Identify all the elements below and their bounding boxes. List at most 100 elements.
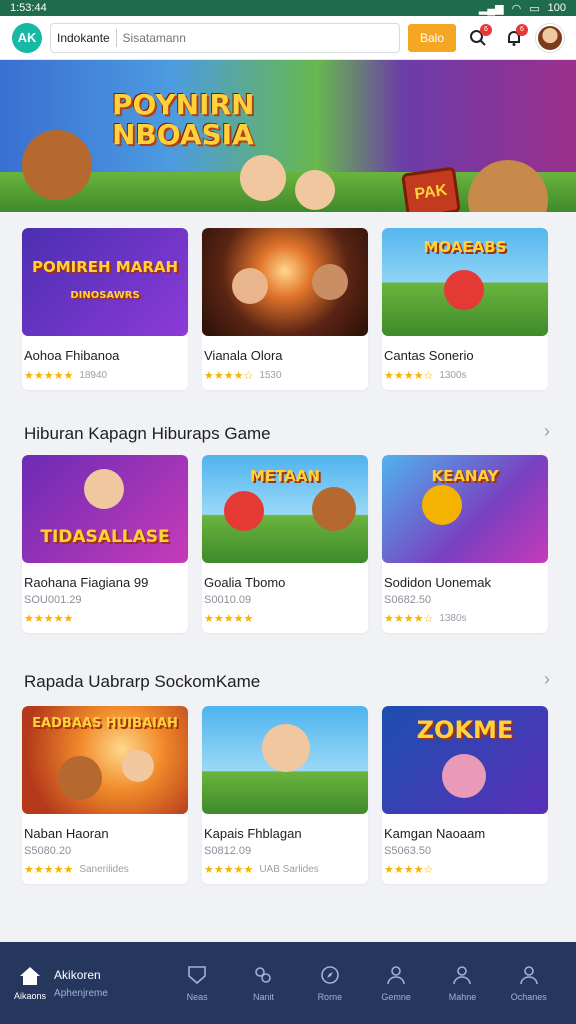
rating-stars: ★★★★★	[24, 864, 74, 876]
game-thumbnail[interactable]	[202, 228, 368, 336]
game-name[interactable]: Cantas Sonerio	[382, 336, 548, 363]
nav-item-mahne[interactable]: Mahne	[429, 964, 495, 1002]
nav-item-news[interactable]: Neas	[164, 964, 230, 1002]
status-time: 1:53:44	[10, 2, 47, 14]
top-bar: AK Indokante Balo 6 6	[0, 16, 576, 60]
hero-banner[interactable]: POYNIRN NBOASIA PAK	[0, 60, 576, 212]
game-name[interactable]: Raohana Fiagiana 99	[22, 563, 188, 590]
rating-stars: ★★★★☆	[384, 613, 434, 625]
game-name[interactable]: Vianala Olora	[202, 336, 368, 363]
rating-stars: ★★★★★	[24, 370, 74, 382]
search-icon[interactable]: 6	[464, 23, 492, 52]
game-name[interactable]: Goalia Tbomo	[202, 563, 368, 590]
puzzle-icon	[255, 967, 272, 983]
nav-item-home[interactable]: Aikaons Akikoren Aphenjreme	[14, 965, 164, 1001]
search-input[interactable]	[122, 30, 393, 45]
game-card[interactable]: POMIREH MARAH DINOSAWRS Aohoa Fhibanoa ★…	[22, 228, 188, 390]
game-card[interactable]: Vianala Olora ★★★★☆ 1530	[202, 228, 368, 390]
section-title: Rapada Uabrarp SockomKame	[24, 672, 261, 691]
shield-icon	[188, 966, 206, 985]
person-icon	[387, 966, 405, 985]
game-name[interactable]: Kamgan Naoaam	[382, 814, 548, 841]
search-context[interactable]: Indokante	[57, 31, 110, 45]
chevron-right-icon[interactable]: ›	[544, 669, 550, 690]
search-badge: 6	[480, 23, 492, 36]
rating-count: 1380s	[439, 613, 467, 624]
thumbnail-figure	[122, 750, 154, 782]
thumbnail-title: TIDASALLASE	[40, 527, 170, 547]
nav-home[interactable]: Aikaons	[14, 965, 46, 1001]
nav-item-rorne[interactable]: Rorne	[297, 964, 363, 1002]
chevron-right-icon[interactable]: ›	[544, 421, 550, 442]
game-thumbnail[interactable]: MOAEABS	[382, 228, 548, 336]
hero-character-right	[468, 160, 548, 212]
rating-stars: ★★★★★	[24, 613, 74, 625]
user-icon	[453, 966, 472, 985]
thumbnail-title: POMIREH MARAH	[31, 258, 179, 276]
nav-item-gemne[interactable]: Gemne	[363, 964, 429, 1002]
featured-row: POMIREH MARAH DINOSAWRS Aohoa Fhibanoa ★…	[22, 228, 548, 390]
game-name[interactable]: Kapais Fhblagan	[202, 814, 368, 841]
game-card[interactable]: Kapais Fhblagan S0812.09 ★★★★★ UAB Sarlid…	[202, 706, 368, 884]
thumbnail-figure	[58, 756, 102, 800]
game-name[interactable]: Aohoa Fhibanoa	[22, 336, 188, 363]
game-card[interactable]: TIDASALLASE Raohana Fiagiana 99 SOU001.2…	[22, 455, 188, 633]
game-price: S5080.20	[24, 845, 72, 857]
hero-character-girl	[240, 155, 286, 201]
rating-count: 1300s	[439, 370, 467, 381]
hero-title-line2: NBOASIA	[112, 118, 254, 151]
nav-active-label: Akikoren	[54, 967, 101, 982]
thumbnail-figure	[262, 724, 310, 772]
thumbnail-figure	[232, 268, 268, 304]
thumbnail-figure	[224, 491, 264, 531]
signal-icon: ▂▄▆	[478, 2, 504, 15]
user-avatar[interactable]	[536, 23, 564, 52]
status-bar: 1:53:44 ▂▄▆ ◠ ▭ 100	[0, 0, 576, 16]
nav-label: Ochanes	[510, 992, 547, 1002]
nav-item-ochanes[interactable]: Ochanes	[496, 964, 562, 1002]
game-card[interactable]: MOAEABS Cantas Sonerio ★★★★☆ 1300s	[382, 228, 548, 390]
hero-character-left	[22, 130, 92, 200]
game-price: S5063.50	[384, 845, 432, 857]
thumbnail-figure	[444, 270, 484, 310]
wifi-icon: ◠	[511, 2, 522, 15]
game-card[interactable]: ZOKME Kamgan Naoaam S5063.50 ★★★★☆	[382, 706, 548, 884]
hero-title-line1: POYNIRN	[112, 88, 255, 121]
game-card[interactable]: KEANAY Sodidon Uonemak S0682.50 ★★★★☆ 138…	[382, 455, 548, 633]
game-thumbnail[interactable]: POMIREH MARAH DINOSAWRS	[22, 228, 188, 336]
game-name[interactable]: Naban Haoran	[22, 814, 188, 841]
nav-home-label: Aikaons	[14, 991, 47, 1001]
nav-label: Mahne	[448, 992, 477, 1002]
search-button[interactable]: Balo	[407, 23, 456, 52]
thumbnail-subtitle: DINOSAWRS	[70, 290, 140, 301]
game-thumbnail[interactable]: KEANAY	[382, 455, 548, 563]
rating-stars: ★★★★☆	[384, 864, 434, 876]
game-thumbnail[interactable]: EADBAAS HUIBAIAH	[22, 706, 188, 814]
home-icon	[20, 967, 41, 985]
rating-count: 1530	[259, 370, 282, 381]
game-card[interactable]: EADBAAS HUIBAIAH Naban Haoran S5080.20 ★…	[22, 706, 188, 884]
section2-row: EADBAAS HUIBAIAH Naban Haoran S5080.20 ★…	[22, 706, 548, 884]
nav-label: Gemne	[381, 992, 411, 1002]
bell-icon[interactable]: 6	[500, 23, 528, 52]
rating-count: 18940	[79, 370, 108, 381]
hero-character-boy	[295, 170, 335, 210]
nav-active-sublabel: Aphenjreme	[54, 987, 108, 999]
game-thumbnail[interactable]	[202, 706, 368, 814]
game-thumbnail[interactable]: METAAN	[202, 455, 368, 563]
game-thumbnail[interactable]: TIDASALLASE	[22, 455, 188, 563]
thumbnail-title: METAAN	[249, 467, 320, 485]
app-logo[interactable]: AK	[12, 22, 42, 53]
game-thumbnail[interactable]: ZOKME	[382, 706, 548, 814]
compass-icon	[321, 966, 339, 984]
game-card[interactable]: METAAN Goalia Tbomo S0010.09 ★★★★★	[202, 455, 368, 633]
rating-count: UAB Sarlides	[259, 864, 319, 875]
game-name[interactable]: Sodidon Uonemak	[382, 563, 548, 590]
search-bar[interactable]: Indokante	[50, 22, 400, 53]
hero-title: POYNIRN NBOASIA	[112, 90, 254, 150]
thumbnail-title: EADBAAS HUIBAIAH	[32, 716, 178, 731]
thumbnail-figure	[312, 487, 356, 531]
nav-item-nanit[interactable]: Nanit	[230, 964, 296, 1002]
rating-stars: ★★★★★	[204, 864, 254, 876]
game-price: SOU001.29	[24, 594, 82, 606]
